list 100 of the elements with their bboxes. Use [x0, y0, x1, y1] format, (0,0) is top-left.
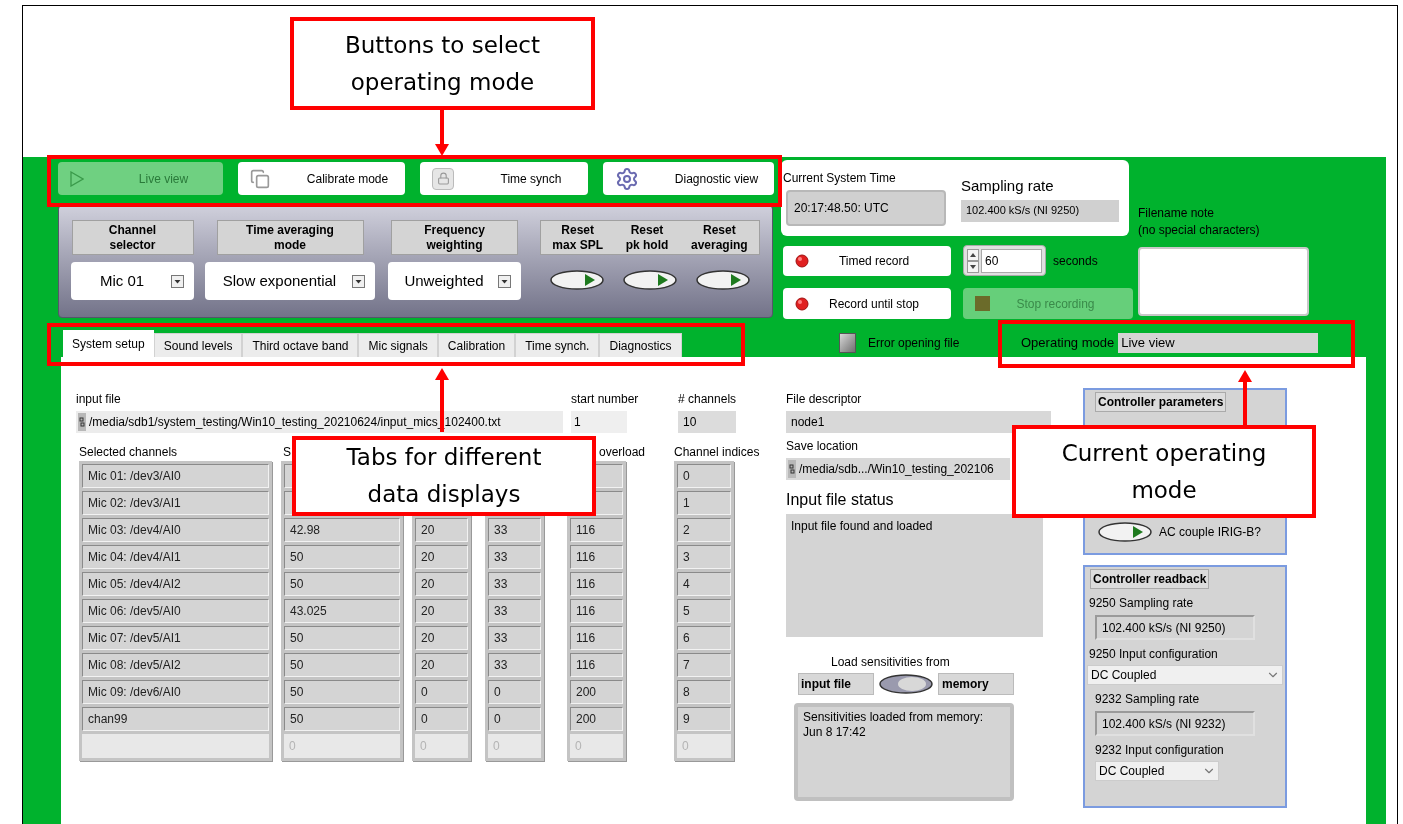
table-cell: 20 — [415, 599, 468, 623]
filename-note-field[interactable] — [1138, 247, 1309, 316]
table-cell: 50 — [284, 545, 400, 569]
operating-mode-readout: Live view — [1118, 333, 1319, 353]
timed-record-button[interactable]: Timed record — [783, 245, 951, 276]
dropdown[interactable]: Mic 01 — [71, 262, 194, 300]
panel-title: Controller readback — [1090, 569, 1210, 589]
table-cell: Mic 02: /dev3/AI1 — [82, 491, 269, 515]
play-icon — [70, 170, 84, 187]
mode-button[interactable]: Diagnostic view — [603, 162, 774, 195]
table-cell: 0 — [415, 707, 468, 731]
mode-button[interactable]: Calibrate mode — [238, 162, 405, 195]
table-cell: 7 — [677, 653, 731, 677]
table-cell: 6 — [677, 626, 731, 650]
status-label: Error opening file — [868, 335, 960, 352]
channel-count-field: 10 — [678, 411, 736, 433]
table-cell: 33 — [488, 572, 541, 596]
tab[interactable]: Calibration — [437, 333, 516, 357]
table-cell: Mic 08: /dev5/AI2 — [82, 653, 269, 677]
option-label: memory — [938, 673, 1014, 695]
table-cell: 2 — [677, 518, 731, 542]
table-cell: Mic 03: /dev4/AI0 — [82, 518, 269, 542]
field-label: 9232 Sampling rate — [1095, 691, 1201, 708]
table-cell: 116 — [570, 518, 623, 542]
table-cell: 116 — [570, 599, 623, 623]
lock-icon — [432, 167, 454, 190]
table-cell: chan99 — [82, 707, 269, 731]
table-cell: Mic 01: /dev3/AI0 — [82, 464, 269, 488]
file-descriptor-field[interactable]: node1 — [786, 411, 1051, 433]
annotation-arrow — [435, 110, 449, 156]
sampling-rate-readout: 102.400 kS/s (NI 9250) — [961, 199, 1119, 222]
table-cell: Mic 04: /dev4/AI1 — [82, 545, 269, 569]
table-cell: 0 — [488, 707, 541, 731]
section-title: Input file status — [786, 490, 895, 510]
field-label: File descriptor — [786, 391, 863, 408]
tab[interactable]: Diagnostics — [599, 333, 682, 357]
toggle-switch[interactable] — [695, 269, 752, 291]
tab[interactable]: Mic signals — [358, 333, 438, 357]
table-cell: 50 — [284, 653, 400, 677]
control-label: Channel selector — [71, 220, 194, 255]
stop-square-icon — [975, 296, 990, 311]
dropdown[interactable]: Unweighted — [388, 262, 521, 300]
sensitivity-message: Sensitivities loaded from memory: Jun 8 17:42 — [794, 703, 1014, 801]
table-cell: 50 — [284, 707, 400, 731]
sampling-rate-readout: 102.400 kS/s (NI 9232) — [1095, 711, 1255, 736]
annotation-arrow — [1238, 370, 1252, 425]
field-label: 9250 Sampling rate — [1089, 595, 1195, 612]
table-cell: 116 — [570, 653, 623, 677]
tab[interactable]: Time synch. — [515, 333, 600, 357]
spinner-arrows-icon — [967, 248, 979, 273]
field-label: Load sensitivities from — [831, 654, 951, 671]
field-label: 9232 Input configuration — [1095, 742, 1225, 759]
toggle-switch[interactable] — [878, 673, 934, 695]
column-header: S — [283, 445, 291, 459]
toggle-switch[interactable] — [1097, 521, 1153, 543]
table-cell: 33 — [488, 599, 541, 623]
document-icon — [250, 168, 270, 189]
path-icon — [78, 413, 86, 431]
table-cell: 1 — [677, 491, 731, 515]
control-label: Frequency weighting — [391, 220, 518, 255]
record-indicator-icon — [795, 253, 809, 268]
panel-title: Controller parameters — [1095, 392, 1227, 412]
toggle-label: AC couple IRIG-B? — [1159, 524, 1262, 541]
control-label: Reset pk hold — [625, 222, 669, 253]
table-cell: 50 — [284, 680, 400, 704]
table-cell: 20 — [415, 545, 468, 569]
field-label: 9250 Input configuration — [1089, 646, 1219, 663]
table-cell: 50 — [284, 572, 400, 596]
toggle-switch[interactable] — [622, 269, 678, 291]
table-cell: 43.025 — [284, 599, 400, 623]
annotation-callout: Tabs for different data displays — [292, 436, 596, 516]
table-cell: 0 — [415, 680, 468, 704]
start-number-field[interactable]: 1 — [571, 411, 627, 433]
column-header: overload — [599, 445, 646, 459]
dropdown[interactable]: DC Coupled — [1087, 665, 1283, 685]
dropdown[interactable]: DC Coupled — [1095, 761, 1219, 781]
tab[interactable]: System setup — [63, 330, 154, 357]
table-cell: Mic 06: /dev5/AI0 — [82, 599, 269, 623]
save-location-field[interactable]: /media/sdb.../Win10_testing_202106 — [786, 458, 1010, 480]
table-cell: 116 — [570, 545, 623, 569]
table-cell: 50 — [284, 626, 400, 650]
field-label: # channels — [678, 391, 736, 408]
number-spinner[interactable]: 60 — [963, 245, 1046, 276]
table-cell: 116 — [570, 626, 623, 650]
tab[interactable]: Third octave band — [242, 333, 359, 357]
table-cell: 0 — [488, 680, 541, 704]
tab[interactable]: Sound levels — [153, 333, 243, 357]
mode-button[interactable]: Time synch — [420, 162, 588, 195]
record-until-stop-button[interactable]: Record until stop — [783, 288, 951, 319]
table-cell: 0 — [677, 464, 731, 488]
dropdown[interactable]: Slow exponential — [205, 262, 375, 300]
table-cell: 200 — [570, 707, 623, 731]
table-cell: 20 — [415, 572, 468, 596]
table-cell: 20 — [415, 626, 468, 650]
toggle-switch[interactable] — [548, 269, 605, 291]
control-label: Time averaging mode — [216, 220, 364, 255]
option-label: input file — [798, 673, 874, 695]
table-cell: 33 — [488, 626, 541, 650]
table-cell: 42.98 — [284, 518, 400, 542]
time-readout: 20:17:48.50: UTC — [786, 190, 946, 226]
